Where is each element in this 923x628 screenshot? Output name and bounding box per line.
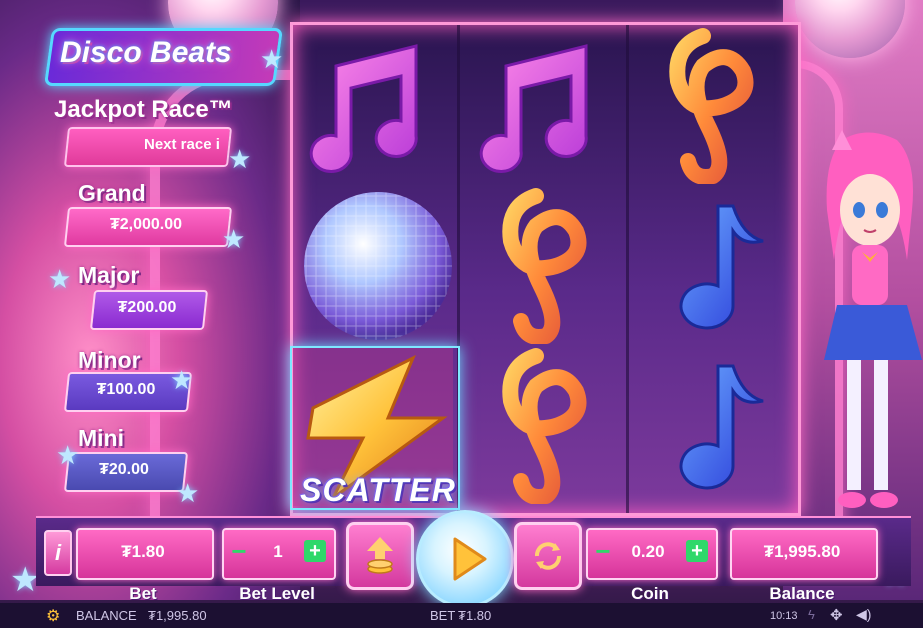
- status-bar: ⚙ BALANCE ₮1,995.80 BET ₮1.80 10:13 ϟ ✥ …: [0, 603, 923, 628]
- bet-label: Bet: [129, 584, 157, 603]
- jackpot-grand-label: Grand: [78, 180, 146, 206]
- info-button[interactable]: i: [44, 530, 72, 576]
- dancer-character: [824, 130, 922, 508]
- max-bet-button[interactable]: [346, 522, 414, 590]
- jackpot-major-value: ₮200.00: [117, 299, 177, 316]
- bet-level-minus-button[interactable]: −: [228, 538, 250, 564]
- jackpot-race-status: Next race i: [144, 136, 220, 153]
- turbo-icon[interactable]: ϟ: [808, 607, 815, 622]
- settings-gear-icon[interactable]: ⚙: [46, 606, 60, 626]
- symbol-purple-music-note: [296, 26, 456, 184]
- status-bet-value: ₮1.80: [458, 608, 492, 623]
- balance-label: Balance: [769, 584, 835, 603]
- autoplay-button[interactable]: [514, 522, 582, 590]
- reel-divider: [626, 25, 629, 513]
- jackpot-major-label: Major: [78, 262, 140, 288]
- game-logo: Disco Beats: [60, 36, 232, 69]
- bet-level-value: 1: [273, 542, 283, 561]
- sound-icon[interactable]: ◀): [856, 606, 871, 623]
- coin-label: Coin: [631, 584, 669, 603]
- star-icon: ★: [222, 224, 246, 254]
- game-stage: SCATTER Disco Beats Jackpot Race™ Next r…: [0, 0, 923, 628]
- star-icon: ★: [260, 44, 284, 74]
- symbol-blue-music-note: [633, 346, 793, 504]
- bet-level-label: Bet Level: [239, 584, 315, 603]
- refresh-icon: [535, 542, 561, 570]
- symbol-orange-treble-clef: [466, 346, 626, 505]
- jackpot-minor-label: Minor: [78, 347, 141, 373]
- balance-value: ₮1,995.80: [763, 542, 841, 561]
- jackpot-grand-value: ₮2,000.00: [109, 216, 183, 233]
- star-icon: ★: [48, 264, 72, 294]
- star-icon: ★: [56, 440, 80, 470]
- spin-button[interactable]: [416, 510, 514, 608]
- jackpot-mini-label: Mini: [78, 425, 124, 451]
- play-icon: [453, 537, 487, 581]
- bet-value: ₮1.80: [121, 542, 165, 561]
- jackpot-race-title: Jackpot Race™: [54, 96, 233, 123]
- status-bet-label: BET: [430, 608, 456, 623]
- symbol-orange-treble-clef: [466, 186, 626, 345]
- symbol-orange-treble-clef: [633, 26, 793, 185]
- fullscreen-icon[interactable]: ✥: [830, 606, 843, 624]
- coin-stack-icon: [367, 537, 393, 574]
- coin-minus-button[interactable]: −: [592, 538, 614, 564]
- star-icon: ★: [170, 365, 194, 395]
- jackpot-mini-value: ₮20.00: [99, 461, 149, 478]
- scatter-label: SCATTER: [300, 472, 456, 508]
- status-balance-label: BALANCE: [76, 608, 137, 623]
- bet-level-plus-button[interactable]: +: [304, 540, 326, 562]
- jackpot-minor-value: ₮100.00: [96, 381, 156, 398]
- status-clock: 10:13: [770, 610, 798, 622]
- coin-value: 0.20: [631, 542, 665, 561]
- symbol-blue-music-note: [633, 186, 793, 344]
- star-icon: ★: [228, 144, 252, 174]
- star-icon: ★: [176, 478, 200, 508]
- symbol-purple-music-note: [466, 26, 626, 184]
- coin-plus-button[interactable]: +: [686, 540, 708, 562]
- status-balance-value: ₮1,995.80: [148, 608, 207, 623]
- symbol-disco-ball: [296, 186, 456, 344]
